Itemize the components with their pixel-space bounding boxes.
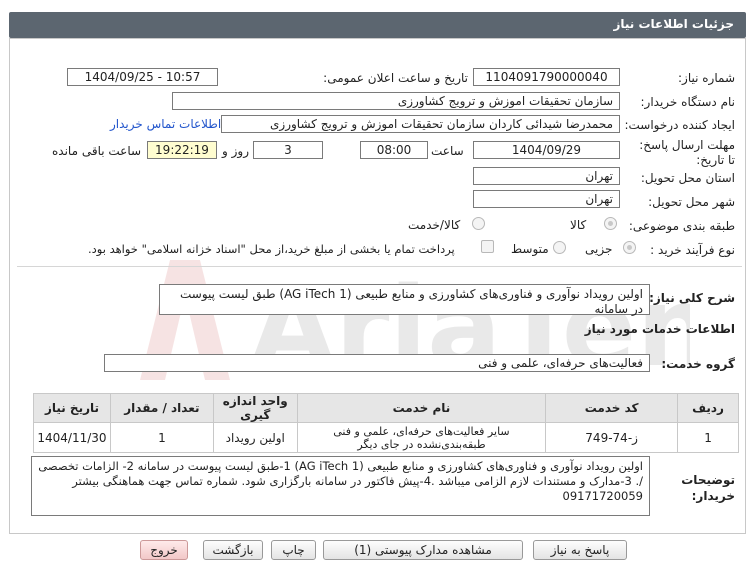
services-table: تاریخ نیاز تعداد / مقدار واحد اندازه گیر… — [33, 393, 739, 453]
cell-need-date: 1404/11/30 — [33, 422, 111, 453]
buyer-org-field: سازمان تحقیقات اموزش و ترویج کشاورزی — [172, 92, 620, 110]
cell-row-number: 1 — [677, 422, 739, 453]
remaining-time-label: ساعت باقی مانده — [52, 144, 142, 158]
deadline-time-field: 08:00 — [360, 141, 428, 159]
service-group-field: فعالیت‌های حرفه‌ای، علمی و فنی — [104, 354, 650, 372]
services-section-title: اطلاعات خدمات مورد نیاز — [584, 322, 735, 336]
exit-button[interactable]: خروج — [140, 540, 188, 560]
deadline-label: مهلت ارسال پاسخ: تا تاریخ: — [639, 138, 735, 167]
col-unit: واحد اندازه گیری — [212, 393, 298, 423]
delivery-province-label: استان محل تحویل: — [640, 171, 735, 185]
need-summary-label: شرح کلی نیاز: — [649, 291, 735, 305]
delivery-province-field: تهران — [473, 167, 620, 185]
section-divider — [17, 266, 742, 267]
buyer-contact-link[interactable]: اطلاعات تماس خریدار — [110, 117, 221, 131]
treasury-payment-checkbox[interactable] — [481, 240, 494, 253]
back-button[interactable]: بازگشت — [203, 540, 263, 560]
col-service-code: کد خدمت — [545, 393, 679, 423]
requester-field: محمدرضا شیدائی کاردان سازمان تحقیقات امو… — [221, 115, 620, 133]
category-goods-label: کالا — [570, 218, 587, 232]
view-attachments-button[interactable]: مشاهده مدارک پیوستی (1) — [323, 540, 523, 560]
deadline-date-field: 1404/09/29 — [473, 141, 620, 159]
page-title: جزئیات اطلاعات نیاز — [613, 17, 734, 31]
col-quantity: تعداد / مقدار — [109, 393, 214, 423]
process-medium-label: متوسط — [511, 242, 549, 256]
need-number-field: 1104091790000040 — [473, 68, 620, 86]
process-partial-radio[interactable] — [623, 241, 636, 254]
announce-datetime-field: 1404/09/25 - 10:57 — [67, 68, 218, 86]
treasury-payment-note: پرداخت تمام یا بخشی از مبلغ خرید،از محل … — [88, 242, 455, 256]
buyer-notes-textarea: اولین رویداد نوآوری و فناوری‌های کشاورزی… — [31, 456, 650, 516]
page-header: جزئیات اطلاعات نیاز — [9, 12, 746, 38]
deadline-time-label: ساعت — [431, 144, 464, 158]
delivery-city-label: شهر محل تحویل: — [648, 195, 735, 209]
requester-label: ایجاد کننده درخواست: — [624, 118, 735, 132]
buyer-org-label: نام دستگاه خریدار: — [640, 95, 736, 109]
table-row: 1404/11/30 1 اولین رویداد سایر فعالیت‌ها… — [33, 422, 739, 453]
col-row: ردیف — [677, 393, 739, 423]
category-label: طبقه بندی موضوعی: — [628, 219, 735, 233]
deadline-days-label: روز و — [222, 144, 249, 158]
col-need-date: تاریخ نیاز — [33, 393, 111, 423]
cell-quantity: 1 — [109, 422, 214, 453]
cell-unit: اولین رویداد — [212, 422, 298, 453]
category-goods-services-radio[interactable] — [472, 217, 485, 230]
category-goods-radio[interactable] — [604, 217, 617, 230]
process-medium-radio[interactable] — [553, 241, 566, 254]
cell-service-name: سایر فعالیت‌های حرفه‌ای، علمی و فنی طبقه… — [296, 422, 547, 453]
deadline-days-field: 3 — [253, 141, 323, 159]
category-goods-services-label: کالا/خدمت — [408, 218, 461, 232]
delivery-city-field: تهران — [473, 190, 620, 208]
need-number-label: شماره نیاز: — [678, 71, 735, 85]
remaining-time-field: 19:22:19 — [147, 141, 217, 159]
need-summary-textarea: اولین رویداد نوآوری و فناوری‌های کشاورزی… — [159, 284, 650, 316]
process-type-label: نوع فرآیند خرید : — [650, 243, 735, 257]
service-group-label: گروه خدمت: — [661, 357, 735, 371]
col-service-name: نام خدمت — [296, 393, 547, 423]
process-partial-label: جزیی — [585, 242, 613, 256]
cell-service-code: ز-74-749 — [545, 422, 679, 453]
print-button[interactable]: چاپ — [271, 540, 316, 560]
buyer-notes-label: توضیحات خریدار: — [681, 473, 735, 503]
reply-button[interactable]: پاسخ به نیاز — [533, 540, 627, 560]
announce-datetime-label: تاریخ و ساعت اعلان عمومی: — [323, 71, 468, 85]
